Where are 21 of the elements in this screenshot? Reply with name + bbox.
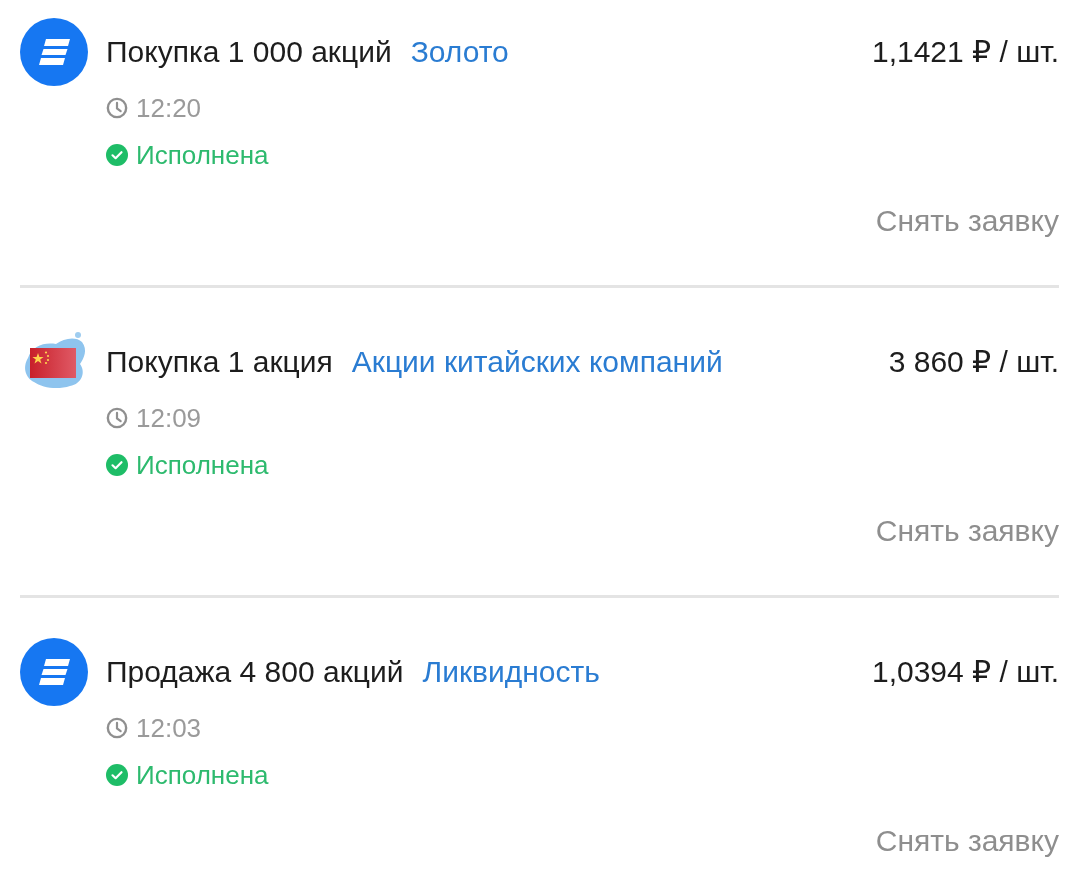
- order-time: 12:09: [136, 403, 202, 433]
- order-time: 12:03: [136, 713, 202, 743]
- instrument-link[interactable]: Золото: [410, 34, 509, 70]
- order-price: 1,0394 ₽ / шт.: [872, 654, 1059, 690]
- instrument-link[interactable]: Акции китайских компаний: [351, 344, 723, 380]
- clock-icon: [106, 407, 128, 429]
- check-circle-icon: [106, 144, 128, 166]
- order-status: Исполнена: [136, 760, 269, 790]
- order-title: Продажа 4 800 акций: [106, 654, 404, 690]
- order-title: Покупка 1 акция: [106, 344, 333, 380]
- check-circle-icon: [106, 454, 128, 476]
- clock-icon: [106, 97, 128, 119]
- order-status: Исполнена: [136, 140, 269, 170]
- check-circle-icon: [106, 764, 128, 786]
- clock-icon: [106, 717, 128, 739]
- order-title: Покупка 1 000 акций: [106, 34, 392, 70]
- order-time: 12:20: [136, 93, 202, 123]
- order-price: 1,1421 ₽ / шт.: [872, 34, 1059, 70]
- order-status: Исполнена: [136, 450, 269, 480]
- instrument-link[interactable]: Ликвидность: [422, 654, 600, 690]
- order-price: 3 860 ₽ / шт.: [888, 344, 1059, 380]
